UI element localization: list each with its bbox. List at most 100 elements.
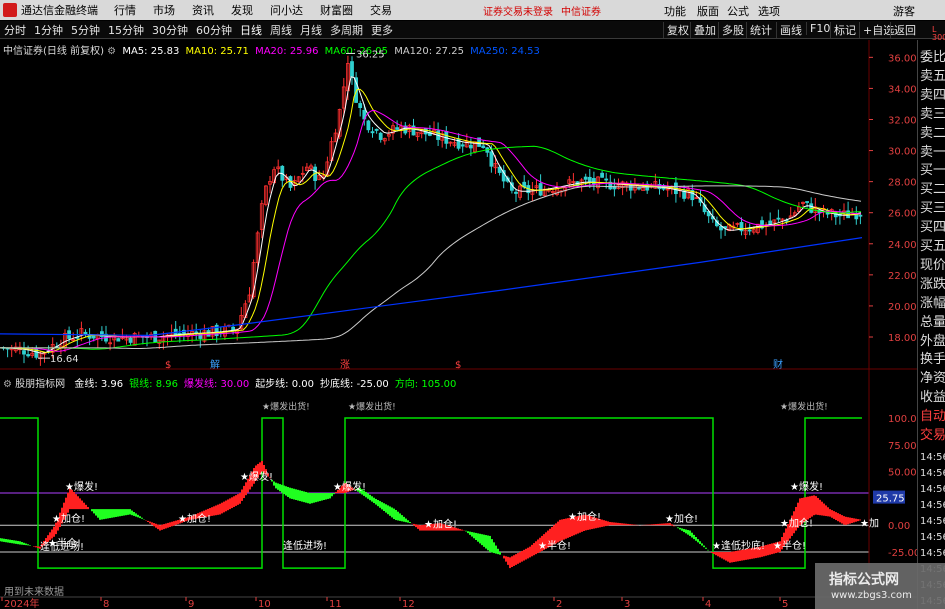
candle-body [415, 131, 420, 138]
indicator-params: 金线: 3.96 银线: 8.96 爆发线: 30.00 起步线: 0.00 抄底线: … [68, 379, 456, 390]
indicator-param: 方向: 105.00 [394, 379, 457, 390]
menu-exchange[interactable]: 市场 [153, 2, 175, 18]
candle-body [776, 217, 781, 220]
candle-body [358, 103, 363, 109]
candle-body [817, 209, 822, 213]
candle-body [161, 336, 166, 342]
candle-body [710, 216, 715, 220]
menu-options[interactable]: 选项 [758, 3, 780, 19]
tab-5min[interactable]: 5分钟 [67, 22, 104, 38]
menu-layout[interactable]: 版面 [697, 3, 719, 19]
tab-1min[interactable]: 1分钟 [30, 22, 67, 38]
ma250-line [0, 237, 863, 337]
menu-community[interactable]: 财富圈 [320, 2, 353, 18]
candle-body [526, 185, 531, 194]
statistics-button[interactable]: 统计 [746, 22, 772, 38]
candle-body [214, 324, 219, 337]
tab-weekly[interactable]: 周线 [266, 22, 296, 38]
candle-body [222, 326, 227, 337]
settings-icon[interactable]: ⚙ [3, 379, 12, 390]
candle-body [596, 176, 600, 189]
candle-body [17, 346, 22, 351]
candle-body [628, 184, 633, 191]
login-status[interactable]: 证券交易未登录 [483, 3, 553, 18]
tab-monthly[interactable]: 月线 [296, 22, 326, 38]
candle-body [842, 210, 846, 214]
tab-timeshare[interactable]: 分时 [0, 22, 30, 38]
broker-name[interactable]: 中信证券 [561, 3, 601, 18]
candle-body [333, 132, 338, 143]
candle-body [165, 334, 170, 338]
candle-body [247, 294, 252, 303]
menu-bar: 通达信金融终端 行情 市场 资讯 发现 问小达 财富圈 交易 证券交易未登录 中… [0, 0, 945, 20]
candle-body [304, 166, 309, 171]
candle-body [444, 131, 449, 144]
side-label: 交易 [920, 428, 945, 443]
candle-body [366, 120, 371, 131]
candle-body [649, 184, 654, 188]
candle-body [735, 222, 740, 225]
tab-15min[interactable]: 15分钟 [104, 22, 148, 38]
candle-body [669, 185, 674, 188]
side-label: 买五 [920, 239, 945, 254]
signal-label: ★半仓! [48, 537, 81, 550]
candle-body [300, 172, 305, 175]
overlay-button[interactable]: 叠加 [690, 22, 716, 38]
candle-body [100, 331, 104, 337]
watermark-title: 指标公式网 [829, 572, 899, 588]
candle-body [739, 222, 744, 232]
candle-body [751, 229, 756, 233]
candle-body [809, 203, 814, 213]
draw-line-button[interactable]: 画线 [776, 22, 802, 38]
side-label: 卖三 [920, 106, 945, 122]
candle-body [432, 129, 436, 134]
candle-body [727, 224, 732, 232]
candle-body [186, 333, 190, 337]
settings-icon[interactable]: ⚙ [107, 46, 116, 57]
candle-body [235, 328, 240, 334]
f10-button[interactable]: F10 [806, 22, 830, 35]
candle-body [760, 220, 764, 229]
add-watchlist-button[interactable]: +自选 [859, 22, 894, 38]
candle-body [345, 63, 350, 92]
candle-body [477, 137, 482, 147]
tab-more[interactable]: 更多 [367, 22, 397, 38]
tab-daily[interactable]: 日线 [236, 22, 266, 38]
tab-multi-period[interactable]: 多周期 [326, 22, 367, 38]
signal-label: ★加仓! [178, 512, 211, 525]
restore-rights-button[interactable]: 复权 [663, 22, 689, 38]
menu-function[interactable]: 功能 [664, 3, 686, 19]
menu-trade[interactable]: 交易 [370, 2, 392, 18]
x-tick-label: 2 [556, 599, 562, 609]
candle-body [391, 125, 395, 134]
back-button[interactable]: 返回 [890, 22, 916, 38]
candle-body [780, 218, 785, 222]
candle-body [30, 352, 35, 356]
candle-body [374, 128, 379, 131]
guest-label[interactable]: 游客 [893, 3, 915, 19]
multi-stock-button[interactable]: 多股 [718, 22, 744, 38]
menu-formula[interactable]: 公式 [727, 3, 749, 19]
candle-body [608, 181, 613, 190]
signal-label: ★半仓! [538, 539, 571, 552]
side-label: 买四 [920, 220, 945, 236]
candle-body [210, 326, 215, 337]
candle-body [538, 183, 543, 196]
mark-button[interactable]: 标记 [830, 22, 856, 38]
side-label: 总量 [920, 314, 945, 330]
candle-body [702, 204, 707, 213]
candle-body [284, 176, 289, 180]
menu-discover[interactable]: 发现 [231, 2, 253, 18]
menu-market[interactable]: 行情 [114, 2, 136, 18]
quote-side-panel: L 300 委比 卖五 卖四 卖三 卖二 卖一 买一 买二 买三 买四 买五 现价 涨跌 涨幅 总量 外盘 换手净… [917, 26, 945, 609]
menu-news[interactable]: 资讯 [192, 2, 214, 18]
tab-60min[interactable]: 60分钟 [192, 22, 236, 38]
candle-body [325, 161, 330, 176]
candle-body [136, 335, 141, 338]
x-tick-label: 9 [188, 599, 194, 609]
menu-ask[interactable]: 问小达 [270, 2, 303, 18]
candle-body [190, 331, 195, 336]
tab-30min[interactable]: 30分钟 [148, 22, 192, 38]
candle-body [87, 334, 92, 339]
candle-body [263, 185, 268, 205]
